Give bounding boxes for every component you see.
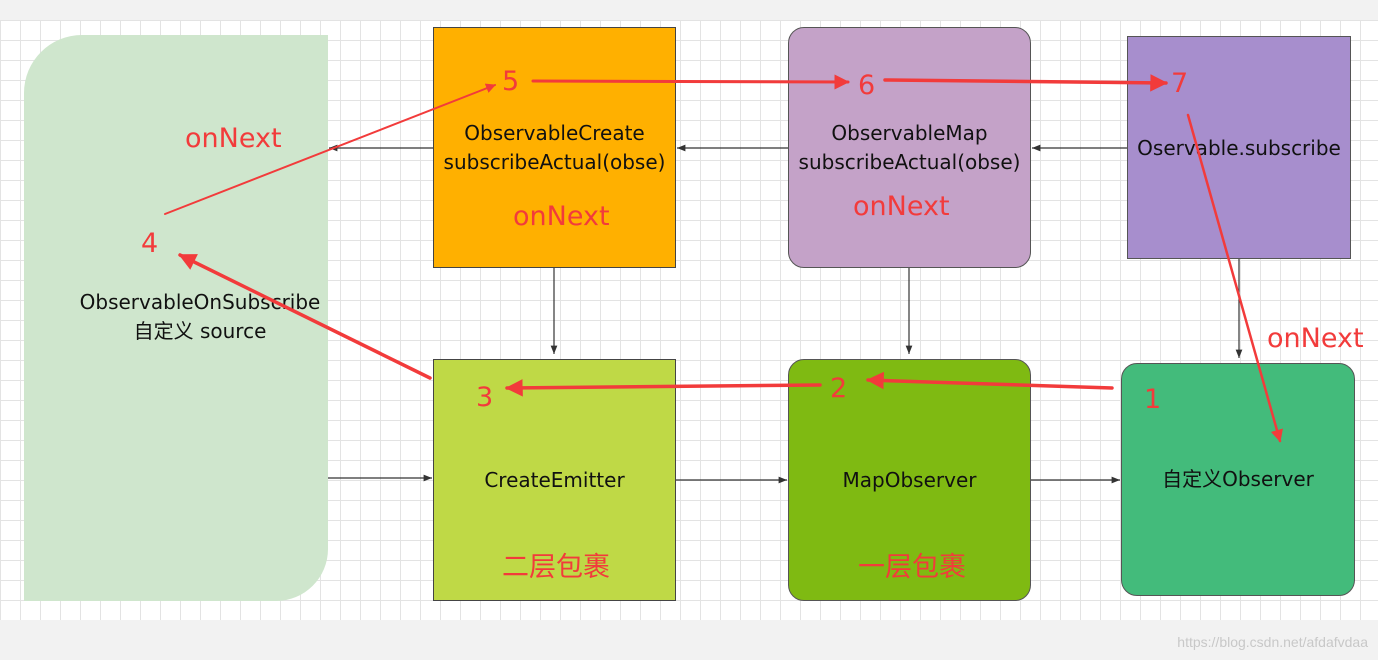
- watermark-text: https://blog.csdn.net/afdafvdaa: [1177, 634, 1368, 650]
- flow-6-to-7: [883, 74, 1168, 92]
- flow-1-to-2: [866, 371, 1114, 390]
- flow-7-to-observer: [1186, 113, 1283, 443]
- layer-one-label: 一层包裹: [858, 552, 966, 583]
- layer-two-label: 二层包裹: [502, 552, 610, 583]
- step-4-label: 4: [141, 228, 159, 259]
- flow-2-to-3: [505, 379, 822, 397]
- onnext-label-right: onNext: [1267, 323, 1364, 354]
- step-3-label: 3: [476, 382, 494, 413]
- onnext-label-map: onNext: [853, 191, 950, 222]
- flow-5-to-6: [531, 74, 850, 90]
- onnext-label-left: onNext: [185, 123, 282, 154]
- step-6-label: 6: [858, 70, 876, 101]
- step-5-label: 5: [502, 66, 520, 97]
- connector-arrows: [164, 74, 1283, 484]
- step-7-label: 7: [1171, 68, 1189, 99]
- step-2-label: 2: [830, 373, 848, 404]
- onnext-label-create: onNext: [513, 201, 610, 232]
- step-1-label: 1: [1144, 384, 1162, 415]
- flow-3-to-4: [178, 253, 432, 380]
